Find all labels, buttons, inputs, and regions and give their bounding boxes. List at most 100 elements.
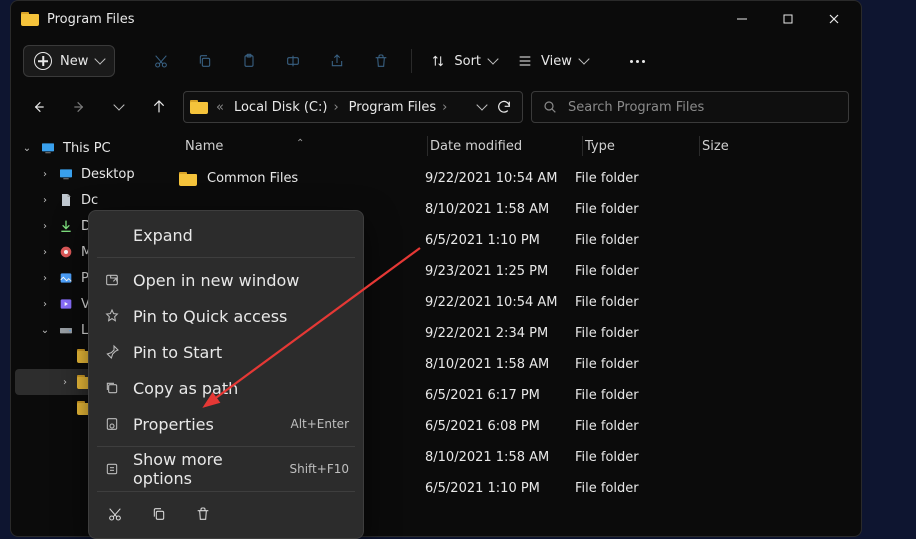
- item-icon: [57, 192, 75, 208]
- back-button[interactable]: [23, 91, 55, 123]
- folder-icon: [190, 100, 208, 114]
- rename-button[interactable]: [273, 41, 313, 81]
- column-type[interactable]: Type: [585, 139, 697, 154]
- delete-button[interactable]: [361, 41, 401, 81]
- file-type: File folder: [575, 233, 687, 248]
- search-icon: [542, 99, 558, 115]
- column-divider[interactable]: [699, 136, 700, 156]
- column-date[interactable]: Date modified: [430, 139, 580, 154]
- drive-icon: [57, 322, 75, 338]
- context-icon-row: [89, 496, 363, 532]
- star-icon: [103, 308, 121, 324]
- recent-locations-button[interactable]: [103, 91, 135, 123]
- maximize-button[interactable]: [765, 3, 811, 35]
- search-box[interactable]: Search Program Files: [531, 91, 849, 123]
- chevron-right-icon: ›: [39, 247, 51, 258]
- address-dropdown[interactable]: [476, 99, 487, 110]
- file-date: 6/5/2021 1:10 PM: [425, 233, 575, 248]
- file-type: File folder: [575, 357, 687, 372]
- chevron-right-icon: ›: [39, 273, 51, 284]
- file-type: File folder: [575, 202, 687, 217]
- tree-label: Dc: [81, 193, 98, 208]
- properties-icon: [103, 416, 121, 432]
- cut-button[interactable]: [141, 41, 181, 81]
- toolbar: New Sort View: [11, 37, 861, 85]
- chevron-down-icon: [487, 53, 498, 64]
- view-label: View: [541, 54, 572, 69]
- file-date: 9/22/2021 10:54 AM: [425, 171, 575, 186]
- column-headers: Name ⌃ Date modified Type Size: [167, 129, 861, 163]
- share-button[interactable]: [317, 41, 357, 81]
- file-type: File folder: [575, 388, 687, 403]
- file-type: File folder: [575, 481, 687, 496]
- context-menu: Expand Open in new window Pin to Quick a…: [88, 210, 364, 539]
- context-separator: [97, 491, 355, 492]
- file-date: 9/22/2021 2:34 PM: [425, 326, 575, 341]
- breadcrumb-item[interactable]: Local Disk (C:) ›: [232, 100, 341, 115]
- ctx-cut-button[interactable]: [103, 502, 127, 526]
- chevron-down-icon: [578, 53, 589, 64]
- context-separator: [97, 446, 355, 447]
- breadcrumb-item[interactable]: Program Files ›: [347, 100, 450, 115]
- tree-item-this-pc[interactable]: ⌄ This PC: [15, 135, 163, 161]
- chevron-right-icon: ›: [442, 100, 447, 115]
- minimize-button[interactable]: [719, 3, 765, 35]
- titlebar: Program Files: [11, 1, 861, 37]
- ctx-open-new-window[interactable]: Open in new window: [89, 262, 363, 298]
- pc-icon: [39, 140, 57, 156]
- breadcrumb-chevron[interactable]: «: [214, 100, 226, 115]
- item-icon: [57, 270, 75, 286]
- chevron-right-icon: ›: [39, 299, 51, 310]
- sort-button[interactable]: Sort: [422, 47, 505, 75]
- file-date: 6/5/2021 6:17 PM: [425, 388, 575, 403]
- chevron-right-icon: ›: [39, 195, 51, 206]
- breadcrumb-label: Local Disk (C:): [234, 100, 327, 115]
- refresh-button[interactable]: [496, 99, 512, 115]
- copy-button[interactable]: [185, 41, 225, 81]
- new-window-icon: [103, 272, 121, 288]
- chevron-down-icon: [113, 99, 124, 110]
- ctx-delete-button[interactable]: [191, 502, 215, 526]
- up-button[interactable]: [143, 91, 175, 123]
- file-type: File folder: [575, 326, 687, 341]
- copy-path-icon: [103, 380, 121, 396]
- ctx-properties[interactable]: Properties Alt+Enter: [89, 406, 363, 442]
- column-name[interactable]: Name ⌃: [167, 139, 425, 154]
- ellipsis-icon: [630, 60, 645, 63]
- column-divider[interactable]: [582, 136, 583, 156]
- sidebar-item[interactable]: › Desktop: [15, 161, 163, 187]
- close-button[interactable]: [811, 3, 857, 35]
- column-divider[interactable]: [427, 136, 428, 156]
- ctx-pin-start[interactable]: Pin to Start: [89, 334, 363, 370]
- window-title: Program Files: [47, 12, 135, 27]
- more-button[interactable]: [618, 41, 658, 81]
- folder-icon: [21, 12, 39, 26]
- new-button[interactable]: New: [23, 45, 115, 77]
- column-size[interactable]: Size: [702, 139, 729, 154]
- item-icon: [57, 166, 75, 182]
- breadcrumb-label: Program Files: [349, 100, 437, 115]
- chevron-right-icon: ›: [39, 169, 51, 180]
- ctx-shortcut: Alt+Enter: [290, 417, 349, 431]
- ctx-copy-path[interactable]: Copy as path: [89, 370, 363, 406]
- window-controls: [719, 3, 857, 35]
- paste-button[interactable]: [229, 41, 269, 81]
- address-bar[interactable]: « Local Disk (C:) › Program Files ›: [183, 91, 523, 123]
- ctx-show-more[interactable]: Show more options Shift+F10: [89, 451, 363, 487]
- item-icon: [57, 218, 75, 234]
- file-type: File folder: [575, 295, 687, 310]
- ctx-expand[interactable]: Expand: [89, 217, 363, 253]
- tree-label: Desktop: [81, 167, 135, 182]
- more-icon: [103, 461, 121, 477]
- file-name: Common Files: [207, 171, 298, 186]
- file-date: 6/5/2021 6:08 PM: [425, 419, 575, 434]
- new-button-label: New: [60, 54, 88, 69]
- ctx-pin-quick-access[interactable]: Pin to Quick access: [89, 298, 363, 334]
- ctx-copy-button[interactable]: [147, 502, 171, 526]
- forward-button[interactable]: [63, 91, 95, 123]
- view-button[interactable]: View: [509, 47, 596, 75]
- pin-icon: [103, 344, 121, 360]
- plus-circle-icon: [34, 52, 52, 70]
- table-row[interactable]: Common Files 9/22/2021 10:54 AM File fol…: [167, 163, 861, 194]
- toolbar-separator: [411, 49, 412, 73]
